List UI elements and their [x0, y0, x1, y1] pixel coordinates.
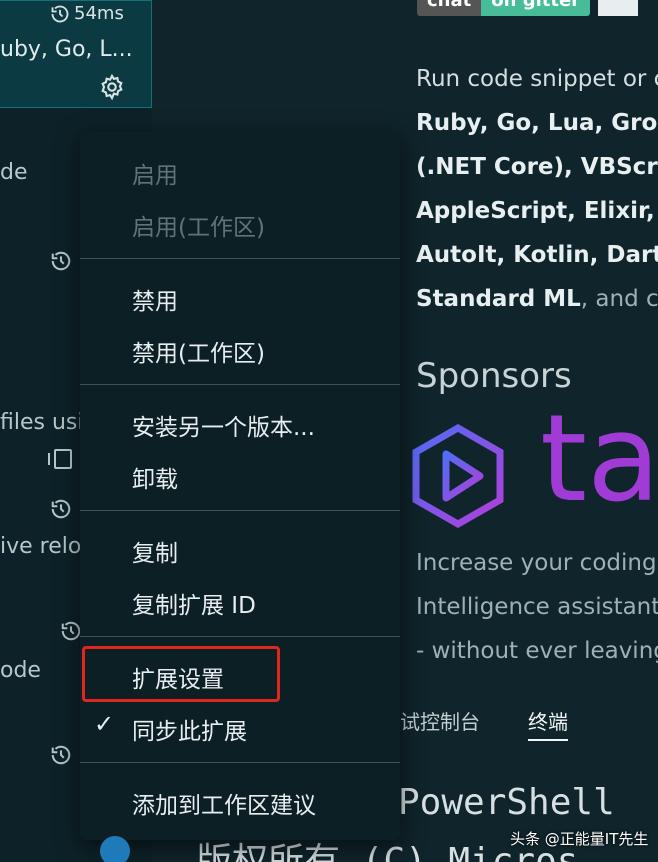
tab-terminal[interactable]: 终端: [528, 706, 568, 741]
readme-badges: chat on gitter: [417, 0, 639, 16]
menu-separator: [80, 510, 400, 511]
tab-debug-console[interactable]: 试控制台: [400, 706, 480, 741]
history-icon: [51, 251, 71, 271]
readme-line: AppleScript, Elixir, V: [416, 198, 658, 224]
highlight-box: [82, 646, 280, 702]
split-editor-icon[interactable]: [46, 448, 74, 470]
extension-context-menu: 启用 启用(工作区) 禁用 禁用(工作区) 安装另一个版本... 卸载 复制 复…: [80, 132, 400, 840]
history-icon: [51, 5, 69, 22]
readme-line: Run code snippet or c: [416, 66, 658, 92]
activation-time: 54ms: [50, 3, 124, 24]
list-item-fragment: files usi: [0, 410, 84, 435]
menu-item-disable-workspace[interactable]: 禁用(工作区): [132, 334, 265, 368]
gear-icon[interactable]: [98, 73, 126, 101]
checkmark-icon: ✓: [94, 710, 115, 738]
chat-badge[interactable]: chat: [417, 0, 482, 16]
sponsor-brand-text[interactable]: ta: [540, 400, 658, 520]
list-item-fragment: ode: [0, 658, 41, 683]
sponsor-line: Increase your coding: [416, 550, 657, 576]
menu-item-install-another-version[interactable]: 安装另一个版本...: [132, 408, 315, 442]
history-icon: [61, 621, 81, 641]
panel-tabs: 试控制台 终端: [400, 706, 568, 741]
marketplace-badge[interactable]: [598, 0, 639, 16]
sponsor-line: Intelligence assistant: [416, 594, 658, 620]
menu-item-add-workspace-recommendation[interactable]: 添加到工作区建议: [132, 786, 316, 820]
sponsor-logo-icon[interactable]: [410, 424, 506, 528]
scroll-button[interactable]: [100, 836, 130, 862]
extension-item-code-runner[interactable]: 54ms uby, Go, L...: [0, 0, 152, 108]
menu-separator: [80, 384, 400, 385]
list-item-fragment: ive relo: [0, 534, 82, 559]
readme-line: AutoIt, Kotlin, Dart,: [416, 242, 658, 268]
readme-line: Ruby, Go, Lua, Groo: [416, 110, 658, 136]
menu-separator: [80, 762, 400, 763]
menu-item-disable[interactable]: 禁用: [132, 282, 178, 316]
watermark: 头条 @正能量IT先生: [510, 830, 649, 848]
activation-time-label: 54ms: [74, 3, 124, 24]
menu-separator: [80, 258, 400, 259]
readme-line: Standard ML, and cu: [416, 286, 658, 312]
history-icon: [51, 745, 71, 765]
menu-item-copy[interactable]: 复制: [132, 534, 178, 568]
menu-item-enable[interactable]: 启用: [132, 156, 178, 190]
terminal-output: PowerShell: [398, 782, 615, 823]
menu-separator: [80, 636, 400, 637]
menu-item-sync-extension[interactable]: 同步此扩展: [132, 712, 247, 746]
sponsor-line: - without ever leaving: [416, 638, 658, 664]
extension-description: uby, Go, L...: [0, 37, 133, 62]
readme-line: (.NET Core), VBScrip: [416, 154, 658, 180]
list-item-fragment: de: [0, 160, 28, 185]
history-icon: [51, 499, 71, 519]
menu-item-uninstall[interactable]: 卸载: [132, 460, 178, 494]
gitter-badge[interactable]: on gitter: [481, 0, 591, 16]
menu-item-copy-extension-id[interactable]: 复制扩展 ID: [132, 586, 256, 620]
menu-item-enable-workspace[interactable]: 启用(工作区): [132, 208, 265, 242]
